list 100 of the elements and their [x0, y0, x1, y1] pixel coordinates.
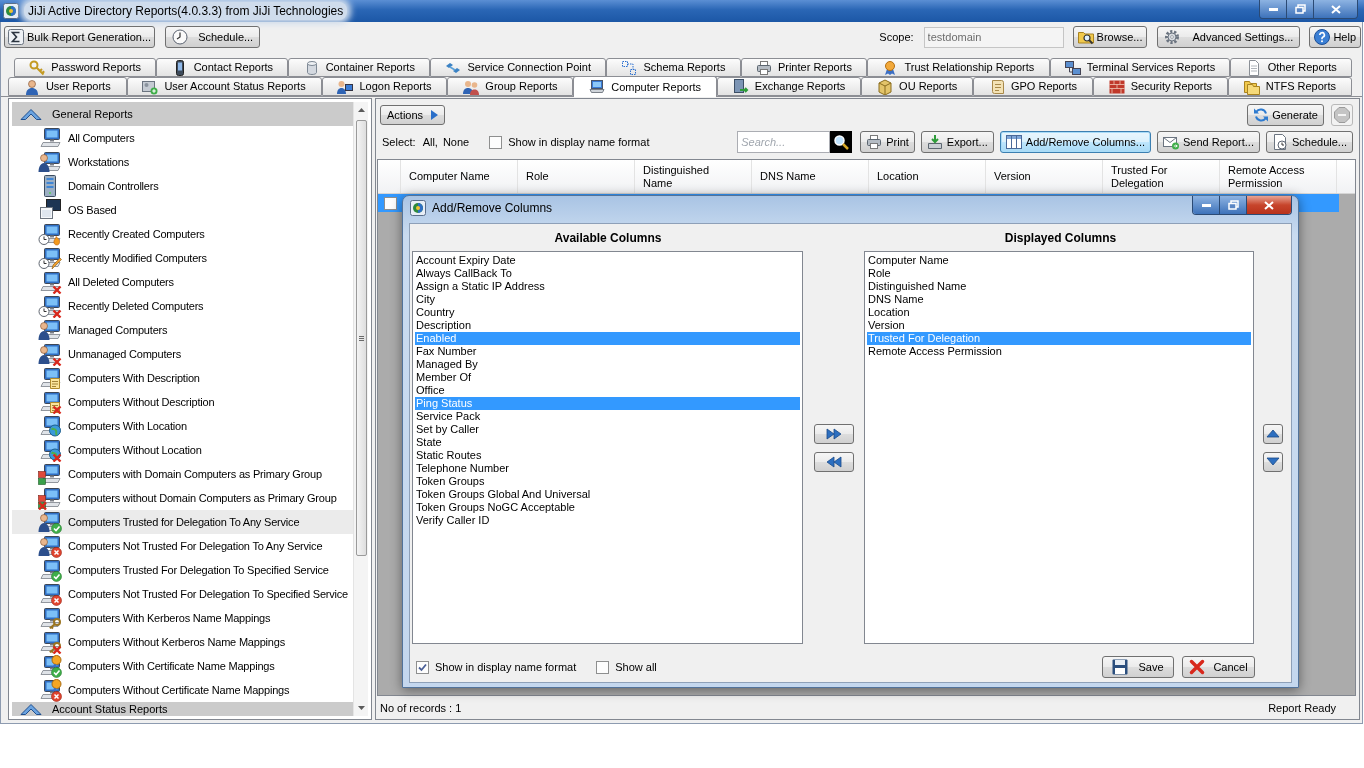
schedule-button[interactable]: Schedule...	[1265, 131, 1353, 153]
scrollbar-thumb[interactable]	[355, 120, 367, 556]
column-list[interactable]	[412, 251, 804, 644]
select-link[interactable]: None	[442, 133, 470, 151]
report-item[interactable]: All Deleted Computers	[12, 270, 353, 294]
list-item[interactable]: Member Of	[415, 371, 801, 384]
help-button[interactable]: Help	[1309, 26, 1361, 48]
tab[interactable]: GPO Reports	[973, 77, 1093, 96]
tab[interactable]: Terminal Services Reports	[1049, 58, 1231, 77]
tab[interactable]: Group Reports	[447, 77, 574, 96]
column-header[interactable]: Remote Access Permission	[1228, 163, 1320, 190]
checkbox[interactable]	[384, 196, 397, 210]
report-item[interactable]: Computers With Certificate Name Mappings	[12, 654, 353, 678]
list-item[interactable]: Always CallBack To	[415, 267, 801, 280]
tab[interactable]: User Reports	[8, 77, 127, 96]
list-item[interactable]: Service Pack	[415, 410, 801, 423]
report-item[interactable]: Computers Not Trusted For Delegation To Any Service	[12, 534, 353, 558]
section-header[interactable]: Account Status Reports	[12, 702, 353, 716]
list-item[interactable]: Version	[866, 319, 1252, 332]
move-up-button[interactable]	[1262, 423, 1283, 444]
bulk-report-button[interactable]: Bulk Report Generation...	[4, 26, 156, 48]
search-field[interactable]: Search...	[737, 131, 831, 153]
column-header[interactable]: Location	[877, 170, 919, 183]
list-item[interactable]: City	[415, 293, 801, 306]
restore-button[interactable]	[1220, 196, 1247, 214]
checkbox[interactable]	[416, 660, 429, 674]
column-header[interactable]: DNS Name	[760, 170, 816, 183]
tab[interactable]: Other Reports	[1230, 58, 1352, 77]
send-report-button[interactable]: Send Report...	[1157, 131, 1260, 153]
tab[interactable]: OU Reports	[861, 77, 974, 96]
minimize-button[interactable]	[1193, 196, 1220, 214]
export-button[interactable]: Export...	[920, 131, 994, 153]
tab[interactable]: Printer Reports	[740, 58, 868, 77]
report-item[interactable]: Computers Without Certificate Name Mappings	[12, 678, 353, 702]
schedule-button[interactable]: Schedule...	[165, 26, 261, 48]
tab[interactable]: Password Reports	[14, 58, 157, 77]
browse-button[interactable]: Browse...	[1072, 26, 1148, 48]
report-item[interactable]: Computers with Domain Computers as Primary Group	[12, 462, 353, 486]
report-item[interactable]: Computers Without Description	[12, 390, 353, 414]
list-item[interactable]: Office	[415, 384, 801, 397]
report-item[interactable]: Computers With Kerberos Name Mappings	[12, 606, 353, 630]
column-header[interactable]: Distinguished Name	[643, 163, 735, 190]
list-item[interactable]: Set by Caller	[415, 423, 801, 436]
close-button[interactable]	[1314, 0, 1357, 18]
list-item[interactable]: Computer Name	[866, 254, 1252, 267]
actions-button[interactable]: Actions	[380, 105, 446, 125]
list-item[interactable]: Role	[866, 267, 1252, 280]
section-header[interactable]: General Reports	[12, 102, 353, 126]
list-item[interactable]: Static Routes	[415, 449, 801, 462]
tab[interactable]: Container Reports	[288, 58, 431, 77]
list-item[interactable]: Token Groups Global And Universal	[415, 488, 801, 501]
report-item[interactable]: All Computers	[12, 126, 353, 150]
report-item[interactable]: Computers Without Location	[12, 438, 353, 462]
column-header[interactable]: Computer Name	[409, 170, 490, 183]
close-button[interactable]	[1247, 196, 1291, 214]
report-item[interactable]: Computers Trusted For Delegation To Specified Service	[12, 558, 353, 582]
move-down-button[interactable]	[1262, 451, 1283, 472]
tab[interactable]: Schema Reports	[606, 58, 741, 77]
column-header[interactable]: Trusted For Delegation	[1111, 163, 1203, 190]
cancel-button[interactable]: Cancel	[1182, 656, 1255, 678]
column-header[interactable]: Version	[994, 170, 1031, 183]
column-header[interactable]: Role	[526, 170, 549, 183]
save-button[interactable]: Save	[1102, 656, 1174, 678]
tab[interactable]: Service Connection Point	[430, 58, 607, 77]
minimize-button[interactable]	[1260, 0, 1287, 18]
list-item[interactable]: Description	[415, 319, 801, 332]
list-item[interactable]: Fax Number	[415, 345, 801, 358]
tab[interactable]: Computer Reports	[573, 76, 717, 97]
report-item[interactable]: Managed Computers	[12, 318, 353, 342]
select-link[interactable]: All,	[422, 133, 438, 151]
list-item[interactable]: Verify Caller ID	[415, 514, 801, 527]
columns-button[interactable]: Add/Remove Columns...	[999, 131, 1151, 153]
tab[interactable]: NTFS Reports	[1227, 77, 1352, 96]
column-list[interactable]: Computer Name Role Distinguished Name DNS Name Location Version Trusted For Delegation Remote Access Permission	[863, 251, 1255, 644]
tab[interactable]: User Account Status Reports	[126, 77, 322, 96]
report-item[interactable]: Recently Modified Computers	[12, 246, 353, 270]
list-item[interactable]: Country	[415, 306, 801, 319]
restore-button[interactable]	[1287, 0, 1314, 18]
report-item[interactable]: Computers Trusted for Delegation To Any Service	[12, 510, 353, 534]
list-item[interactable]: Remote Access Permission	[866, 345, 1252, 358]
tab[interactable]: Trust Relationship Reports	[867, 58, 1050, 77]
remove-button[interactable]	[813, 451, 854, 472]
checkbox[interactable]	[596, 660, 610, 674]
list-item[interactable]: Distinguished Name	[866, 280, 1252, 293]
checkbox[interactable]	[489, 135, 503, 149]
report-item[interactable]: Domain Controllers	[12, 174, 353, 198]
report-item[interactable]: OS Based	[12, 198, 353, 222]
list-item[interactable]: Token Groups	[415, 475, 801, 488]
report-item[interactable]: Computers Not Trusted For Delegation To Specified Service	[12, 582, 353, 606]
report-item[interactable]: Recently Deleted Computers	[12, 294, 353, 318]
report-item[interactable]: Recently Created Computers	[12, 222, 353, 246]
add-button[interactable]	[813, 423, 854, 444]
search-button[interactable]	[830, 131, 853, 153]
scrollbar[interactable]	[353, 102, 368, 716]
report-item[interactable]: Computers without Domain Computers as Primary Group	[12, 486, 353, 510]
list-item[interactable]: Account Expiry Date	[415, 254, 801, 267]
list-item[interactable]: Token Groups NoGC Acceptable	[415, 501, 801, 514]
report-item[interactable]: Computers Without Kerberos Name Mappings	[12, 630, 353, 654]
list-item[interactable]: Location	[866, 306, 1252, 319]
report-item[interactable]: Computers With Location	[12, 414, 353, 438]
